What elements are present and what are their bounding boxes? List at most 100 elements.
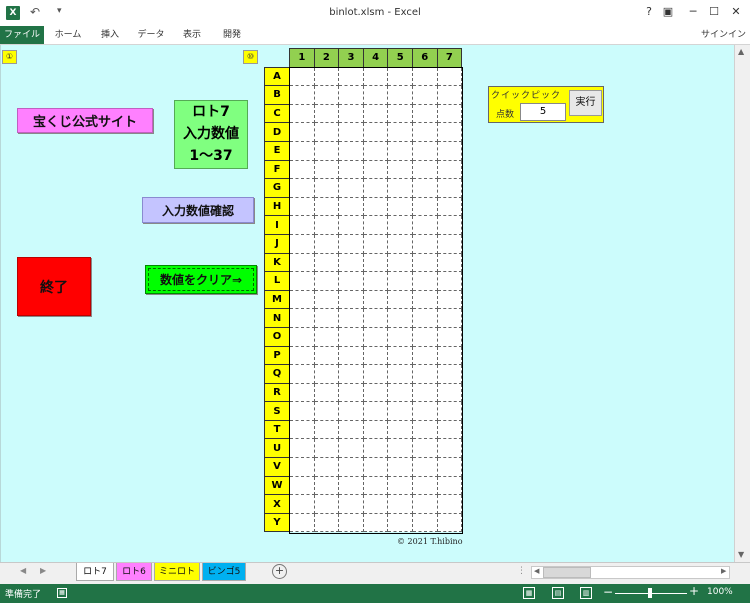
grid-cell[interactable] — [436, 382, 463, 403]
grid-cell[interactable] — [411, 475, 438, 496]
macro-record-icon[interactable]: ▦ — [57, 588, 67, 598]
grid-cell[interactable] — [411, 85, 438, 105]
grid-row-header[interactable]: W — [264, 475, 290, 496]
grid-row-header[interactable]: O — [264, 326, 290, 347]
grid-cell[interactable] — [387, 215, 413, 235]
grid-cell[interactable] — [436, 196, 463, 217]
grid-cell[interactable] — [313, 457, 340, 477]
grid-cell[interactable] — [362, 457, 389, 477]
grid-cell[interactable] — [289, 382, 315, 403]
grid-cell[interactable] — [411, 178, 438, 198]
grid-row-header[interactable]: E — [264, 140, 290, 161]
grid-cell[interactable] — [338, 419, 364, 440]
grid-cell[interactable] — [289, 252, 315, 273]
grid-cell[interactable] — [289, 401, 315, 421]
grid-row-header[interactable]: L — [264, 271, 290, 291]
grid-cell[interactable] — [289, 271, 315, 291]
grid-cell[interactable] — [289, 457, 315, 477]
grid-cell[interactable] — [387, 382, 413, 403]
grid-cell[interactable] — [362, 289, 389, 310]
grid-cell[interactable] — [289, 178, 315, 198]
grid-cell[interactable] — [313, 252, 340, 273]
sheet-tab-loto6[interactable]: ロト6 — [116, 563, 152, 581]
grid-cell[interactable] — [313, 308, 340, 328]
grid-row-header[interactable]: B — [264, 85, 290, 105]
grid-cell[interactable] — [387, 345, 413, 366]
grid-cell[interactable] — [362, 364, 389, 384]
grid-cell[interactable] — [387, 419, 413, 440]
horizontal-scroll-thumb[interactable] — [543, 567, 591, 578]
grid-row-header[interactable]: N — [264, 308, 290, 328]
grid-cell[interactable] — [387, 159, 413, 180]
scroll-left-icon[interactable]: ◀ — [534, 567, 539, 575]
grid-cell[interactable] — [338, 289, 364, 310]
grid-cell[interactable] — [436, 122, 463, 142]
zoom-out-icon[interactable]: − — [603, 585, 613, 599]
grid-cell[interactable] — [436, 85, 463, 105]
grid-cell[interactable] — [411, 196, 438, 217]
grid-cell[interactable] — [411, 252, 438, 273]
grid-row-header[interactable]: F — [264, 159, 290, 180]
grid-cell[interactable] — [436, 345, 463, 366]
quick-pick-count-input[interactable]: 5 — [520, 103, 566, 121]
grid-cell[interactable] — [338, 475, 364, 496]
grid-column-header[interactable]: 1 — [289, 48, 315, 68]
grid-cell[interactable] — [411, 159, 438, 180]
grid-cell[interactable] — [387, 401, 413, 421]
grid-cell[interactable] — [362, 401, 389, 421]
grid-row-header[interactable]: D — [264, 122, 290, 142]
grid-cell[interactable] — [436, 252, 463, 273]
tab-data[interactable]: データ — [136, 26, 166, 44]
grid-cell[interactable] — [362, 66, 389, 87]
grid-row-header[interactable]: V — [264, 457, 290, 477]
grid-cell[interactable] — [411, 122, 438, 142]
grid-row-header[interactable]: A — [264, 66, 290, 87]
tab-developer[interactable]: 開発 — [218, 26, 246, 44]
grid-cell[interactable] — [362, 345, 389, 366]
grid-cell[interactable] — [313, 364, 340, 384]
sheet-tab-miniloto[interactable]: ミニロト — [154, 563, 200, 581]
add-sheet-icon[interactable]: + — [272, 564, 287, 579]
grid-cell[interactable] — [362, 122, 389, 142]
grid-row-header[interactable]: S — [264, 401, 290, 421]
grid-cell[interactable] — [289, 85, 315, 105]
grid-cell[interactable] — [338, 159, 364, 180]
grid-cell[interactable] — [436, 475, 463, 496]
grid-cell[interactable] — [436, 438, 463, 459]
grid-cell[interactable] — [436, 140, 463, 161]
grid-cell[interactable] — [436, 178, 463, 198]
grid-cell[interactable] — [411, 457, 438, 477]
grid-cell[interactable] — [289, 103, 315, 124]
grid-cell[interactable] — [313, 345, 340, 366]
grid-cell[interactable] — [338, 233, 364, 254]
grid-cell[interactable] — [338, 401, 364, 421]
grid-cell[interactable] — [313, 85, 340, 105]
grid-cell[interactable] — [411, 215, 438, 235]
grid-cell[interactable] — [313, 494, 340, 514]
grid-cell[interactable] — [338, 140, 364, 161]
grid-cell[interactable] — [411, 512, 438, 533]
grid-cell[interactable] — [362, 326, 389, 347]
grid-row-header[interactable]: K — [264, 252, 290, 273]
grid-cell[interactable] — [436, 289, 463, 310]
grid-cell[interactable] — [387, 178, 413, 198]
grid-cell[interactable] — [387, 85, 413, 105]
grid-cell[interactable] — [436, 401, 463, 421]
quick-pick-run-button[interactable]: 実行 — [569, 90, 602, 116]
minimize-button[interactable]: ─ — [685, 4, 701, 20]
grid-row-header[interactable]: I — [264, 215, 290, 235]
grid-cell[interactable] — [289, 233, 315, 254]
help-button[interactable]: ? — [641, 4, 657, 20]
grid-cell[interactable] — [411, 271, 438, 291]
grid-cell[interactable] — [362, 382, 389, 403]
grid-cell[interactable] — [338, 66, 364, 87]
grid-cell[interactable] — [362, 178, 389, 198]
grid-cell[interactable] — [313, 122, 340, 142]
close-button[interactable]: ✕ — [728, 4, 744, 20]
tab-insert[interactable]: 挿入 — [96, 26, 124, 44]
grid-cell[interactable] — [362, 103, 389, 124]
grid-cell[interactable] — [387, 289, 413, 310]
grid-cell[interactable] — [362, 419, 389, 440]
grid-row-header[interactable]: H — [264, 196, 290, 217]
grid-cell[interactable] — [387, 252, 413, 273]
